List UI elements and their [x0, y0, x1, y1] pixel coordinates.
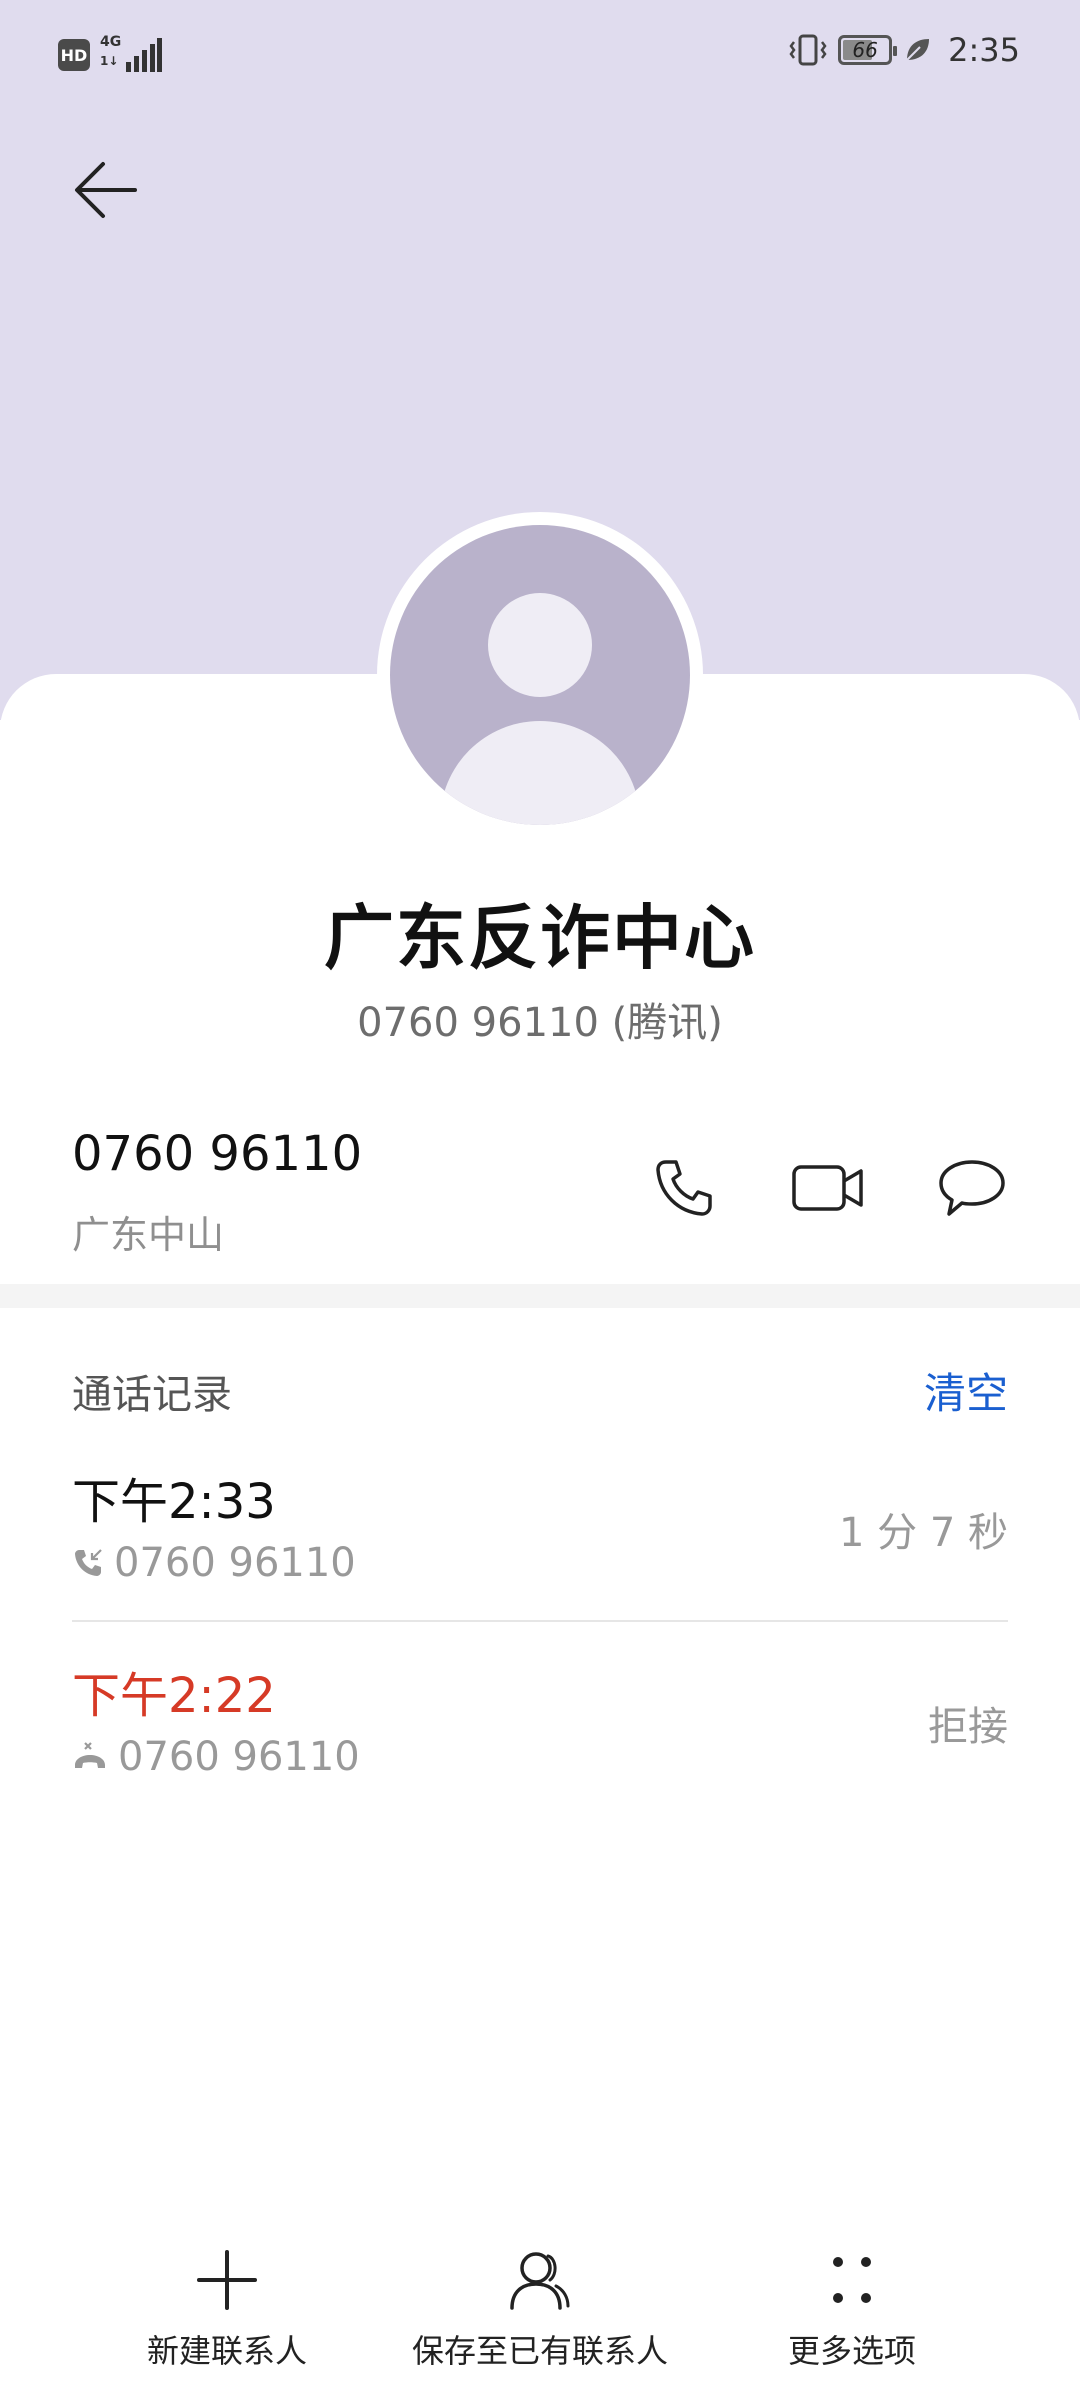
clock: 2:35	[948, 31, 1020, 69]
call-log-entry-meta: 0760 96110	[72, 1540, 356, 1586]
avatar	[377, 512, 703, 838]
call-log-entry-status: 拒接	[928, 1704, 1008, 1750]
avatar-body	[440, 721, 640, 825]
contact-detail-screen: HD 4G 1↓ 66 2:35 广东反诈中心 0760 96110 (腾讯) …	[0, 0, 1080, 2388]
incoming-call-icon	[75, 1549, 102, 1576]
call-log-entry-number: 0760 96110	[114, 1540, 356, 1586]
save-to-existing-contact-label: 保存至已有联系人	[411, 2332, 668, 2370]
more-options-label: 更多选项	[787, 2332, 916, 2370]
contact-subtitle: 0760 96110 (腾讯)	[357, 1000, 723, 1046]
list-divider	[72, 1620, 1008, 1622]
call-log-entry-time[interactable]: 下午2:22	[72, 1656, 276, 1726]
phone-icon	[656, 1160, 712, 1216]
call-log-entry-duration: 1 分 7 秒	[838, 1510, 1008, 1556]
arrow-left-icon	[75, 162, 137, 218]
contact-name: 广东反诈中心	[324, 897, 756, 979]
battery-icon: 66	[838, 35, 898, 65]
avatar-head	[488, 593, 592, 697]
video-camera-icon	[792, 1165, 863, 1211]
clear-call-log-button[interactable]: 清空	[924, 1360, 1008, 1421]
network-indicator: 4G 1↓	[100, 34, 162, 74]
plus-icon	[187, 2240, 267, 2320]
message-button[interactable]	[932, 1148, 1012, 1228]
phone-location: 广东中山	[72, 1213, 225, 1257]
call-log-entry-meta: 0760 96110	[72, 1734, 360, 1780]
phone-number[interactable]: 0760 96110	[72, 1126, 362, 1182]
status-left: HD 4G 1↓	[58, 34, 162, 74]
rejected-call-icon	[75, 1742, 105, 1768]
leaf-icon	[906, 39, 930, 61]
call-log-title: 通话记录	[72, 1372, 232, 1418]
battery-level: 66	[852, 38, 878, 62]
hd-icon: HD	[58, 39, 90, 71]
call-button[interactable]	[644, 1148, 724, 1228]
signal-icon	[126, 38, 162, 72]
video-call-button[interactable]	[788, 1148, 868, 1228]
network-type: 4G	[100, 34, 122, 50]
more-dots-icon	[812, 2240, 892, 2320]
save-to-existing-contact-button[interactable]: 保存至已有联系人	[390, 2240, 690, 2372]
vibrate-icon	[789, 34, 827, 66]
back-button[interactable]	[66, 150, 146, 230]
chat-bubble-icon	[939, 1160, 1005, 1216]
more-options-button[interactable]: 更多选项	[752, 2240, 952, 2372]
status-right: 66 2:35	[788, 30, 1020, 70]
person-icon	[500, 2240, 580, 2320]
status-bar: HD 4G 1↓ 66 2:35	[0, 0, 1080, 110]
network-activity: 1↓	[100, 54, 119, 68]
new-contact-label: 新建联系人	[146, 2332, 307, 2370]
person-placeholder-icon	[390, 525, 690, 825]
call-log-entry-time[interactable]: 下午2:33	[72, 1462, 276, 1532]
section-divider	[0, 1284, 1080, 1308]
call-log-entry-number: 0760 96110	[118, 1734, 360, 1780]
new-contact-button[interactable]: 新建联系人	[127, 2240, 327, 2372]
